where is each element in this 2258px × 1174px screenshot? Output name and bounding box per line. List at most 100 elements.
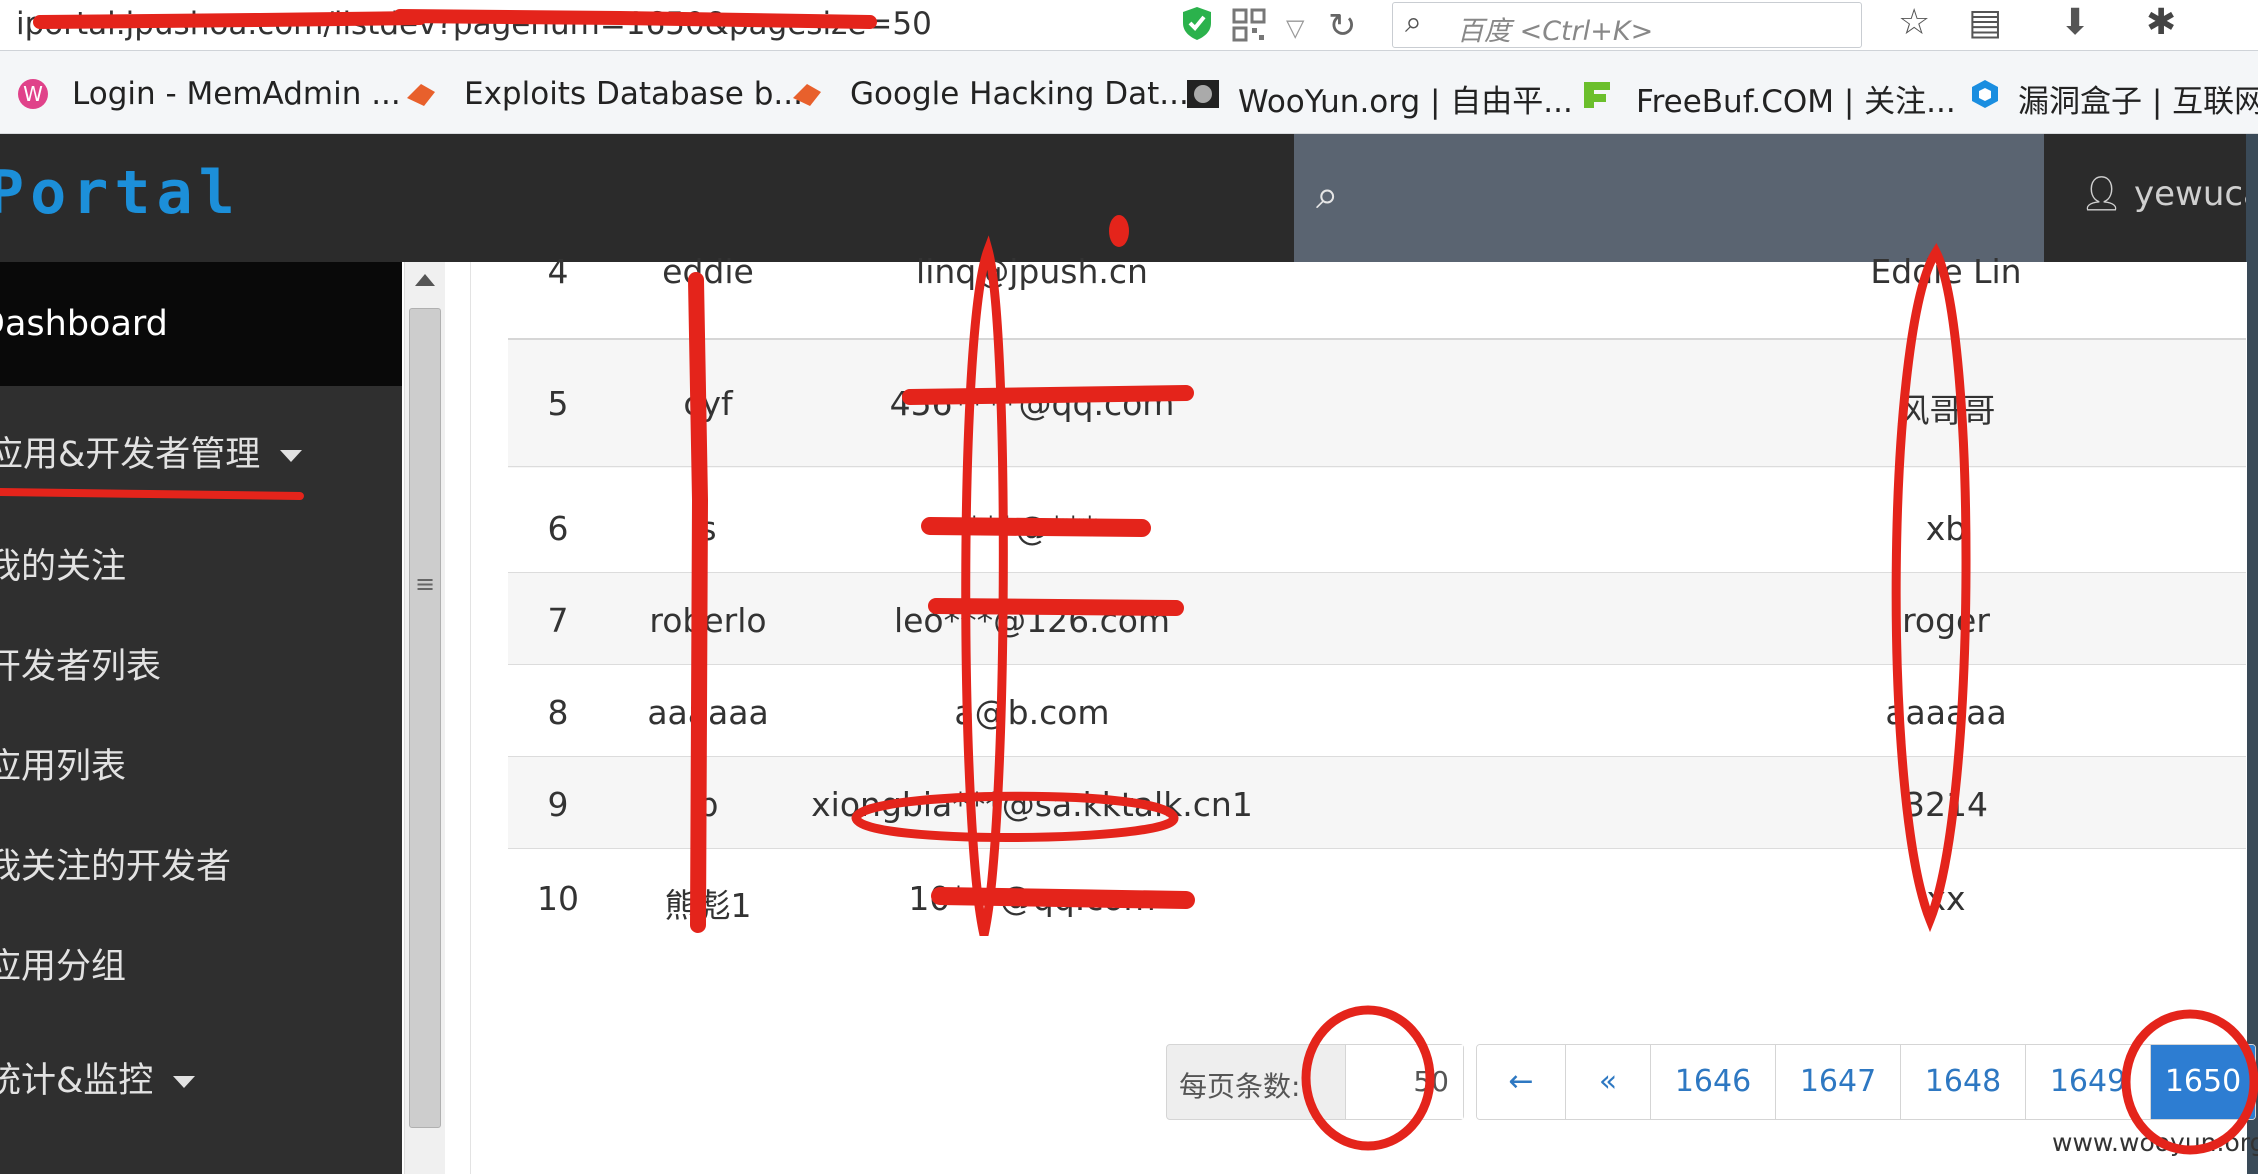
cell-email: 10***@qq.com bbox=[908, 879, 1156, 918]
wooyun-icon bbox=[1187, 80, 1219, 108]
sidebar-item-label: 开发者列表 bbox=[0, 647, 162, 687]
sidebar-item-stats-monitoring[interactable]: 统计&监控 bbox=[0, 1052, 196, 1103]
bug-icon[interactable]: ✱ bbox=[2146, 2, 2176, 43]
page-link[interactable]: 1646 bbox=[1651, 1045, 1776, 1119]
shield-icon[interactable] bbox=[1180, 5, 1214, 41]
sidebar-item-followed-developers[interactable]: 我关注的开发者 bbox=[0, 838, 231, 889]
page-size-input[interactable]: 50 bbox=[1345, 1045, 1463, 1119]
bookmark-wooyun[interactable]: WooYun.org | 自由平... bbox=[1238, 76, 1573, 121]
cell-username: roberlo bbox=[649, 601, 767, 640]
cell-no: 4 bbox=[547, 252, 569, 291]
first-page-button[interactable]: « bbox=[1566, 1045, 1651, 1119]
sidebar-item-label: 我的关注 bbox=[0, 547, 127, 587]
sidebar-item-label: 应用&开发者管理 bbox=[0, 435, 261, 475]
cell-name: 3214 bbox=[1904, 785, 1988, 824]
sidebar-item-label: 统计&监控 bbox=[0, 1061, 154, 1101]
sidebar-item-app-list[interactable]: 应用列表 bbox=[0, 738, 126, 789]
sidebar-item-label: 我关注的开发者 bbox=[0, 847, 232, 887]
sidebar-item-label: Dashboard bbox=[0, 304, 168, 344]
bookmark-ghdb[interactable]: Google Hacking Dat... bbox=[850, 76, 1189, 112]
star-icon[interactable]: ☆ bbox=[1898, 2, 1930, 43]
app-header: Portal ⌕ 👤︎ yewucai bbox=[0, 134, 2258, 262]
page-size-label: 每页条数: bbox=[1179, 1070, 1301, 1103]
cell-username: cyf bbox=[683, 384, 733, 423]
search-icon[interactable]: ⌕ bbox=[1316, 172, 1338, 218]
table-row[interactable]: 9 b xiongbia***@sa.kktalk.cn1 3214 bbox=[508, 756, 2246, 849]
sidebar-item-app-groups[interactable]: 应用分组 bbox=[0, 938, 126, 989]
page-size-control: 每页条数: 50 bbox=[1166, 1044, 1464, 1120]
header-search[interactable]: ⌕ bbox=[1294, 134, 2044, 262]
caret-down-icon bbox=[280, 450, 303, 462]
dropdown-icon[interactable]: ▽ bbox=[1286, 14, 1304, 42]
cell-email: 456****@qq.com bbox=[889, 384, 1175, 423]
cell-no: 8 bbox=[547, 693, 569, 732]
search-icon: ⌕ bbox=[1405, 5, 1422, 40]
sidebar-item-dashboard[interactable]: Dashboard bbox=[0, 262, 402, 386]
qr-code-icon[interactable] bbox=[1232, 8, 1266, 42]
pagination: ← « 1646 1647 1648 1649 1650 bbox=[1476, 1044, 2256, 1120]
cell-email: ***@*** bbox=[966, 509, 1098, 548]
search-box[interactable]: ⌕ 百度 <Ctrl+K> bbox=[1392, 2, 1862, 48]
cell-email: leo***@126.com bbox=[893, 601, 1171, 640]
download-icon[interactable]: ⬇ bbox=[2060, 2, 2090, 43]
cell-email: xiongbia***@sa.kktalk.cn1 bbox=[811, 785, 1253, 824]
table-row[interactable]: 8 aaaaaa a@b.com aaaaaa bbox=[508, 664, 2246, 757]
sidebar-item-developer-list[interactable]: 开发者列表 bbox=[0, 638, 161, 689]
sidebar-item-label: 应用分组 bbox=[0, 947, 127, 987]
page-link[interactable]: 1649 bbox=[2026, 1045, 2151, 1119]
memadmin-icon: W bbox=[18, 79, 48, 109]
address-bar[interactable]: iportal.jpushoa.com/listdev?pagenum=1650… bbox=[16, 6, 932, 42]
page-link[interactable]: 1648 bbox=[1901, 1045, 2026, 1119]
table-row[interactable]: 5 cyf 456****@qq.com 风哥哥 bbox=[508, 338, 2246, 468]
browser-toolbar: iportal.jpushoa.com/listdev?pagenum=1650… bbox=[0, 0, 2258, 51]
brand-logo[interactable]: Portal bbox=[0, 158, 241, 228]
cell-name: roger bbox=[1902, 601, 1990, 640]
page-link[interactable]: 1647 bbox=[1776, 1045, 1901, 1119]
cell-no: 5 bbox=[547, 384, 569, 423]
window-edge bbox=[2246, 134, 2258, 1174]
table-row[interactable]: 6 s ***@*** xb bbox=[508, 466, 2246, 559]
cell-name: Eddie Lin bbox=[1870, 252, 2022, 291]
user-icon: 👤︎ bbox=[2080, 174, 2124, 214]
table-row[interactable]: 7 roberlo leo***@126.com roger bbox=[508, 572, 2246, 665]
cell-no: 7 bbox=[547, 601, 569, 640]
bookmark-vulbox[interactable]: 漏洞盒子 | 互联网安 bbox=[2018, 76, 2258, 121]
exploitdb-icon bbox=[407, 84, 435, 106]
current-page[interactable]: 1650 bbox=[2151, 1045, 2255, 1119]
sidebar-item-my-follows[interactable]: 我的关注 bbox=[0, 538, 126, 589]
caret-down-icon bbox=[173, 1076, 196, 1088]
cell-name: 风哥哥 bbox=[1896, 391, 1996, 430]
cell-name: aaaaaa bbox=[1885, 693, 2007, 732]
cell-no: 6 bbox=[547, 509, 569, 548]
cell-email: linq@jpush.cn bbox=[916, 252, 1148, 291]
search-placeholder: 百度 <Ctrl+K> bbox=[1457, 16, 1654, 47]
exploitdb-icon bbox=[793, 84, 821, 106]
username: yewucai bbox=[2133, 174, 2258, 214]
user-menu[interactable]: 👤︎ yewucai bbox=[2080, 174, 2258, 214]
cell-username: eddie bbox=[662, 252, 754, 291]
vulbox-icon bbox=[1972, 80, 1998, 108]
clipboard-icon[interactable]: ▤ bbox=[1968, 2, 2002, 43]
scroll-up-arrow[interactable] bbox=[415, 274, 435, 286]
cell-username: b bbox=[697, 785, 719, 824]
cell-username: s bbox=[699, 509, 717, 548]
bookmark-memadmin[interactable]: Login - MemAdmin ... bbox=[72, 76, 401, 112]
sidebar: Dashboard 应用&开发者管理 我的关注 开发者列表 应用列表 我关注的开… bbox=[0, 262, 402, 1174]
cell-username: aaaaaa bbox=[647, 693, 769, 732]
table-row[interactable]: 10 熊彪1 10***@qq.com xx bbox=[508, 848, 2246, 945]
sidebar-item-label: 应用列表 bbox=[0, 747, 127, 787]
scroll-thumb[interactable] bbox=[409, 308, 441, 1128]
bookmarks-bar: W Login - MemAdmin ... Exploits Database… bbox=[0, 51, 2258, 134]
cell-name: xb bbox=[1925, 509, 1967, 548]
svg-text:W: W bbox=[23, 82, 43, 106]
cell-email: a@b.com bbox=[954, 693, 1110, 732]
freebuf-icon bbox=[1584, 82, 1610, 108]
table-row[interactable]: 4 eddie linq@jpush.cn Eddie Lin bbox=[508, 252, 2246, 324]
reload-icon[interactable]: ↻ bbox=[1328, 6, 1357, 46]
sidebar-scrollbar[interactable]: ≡ bbox=[404, 262, 445, 1174]
prev-page-button[interactable]: ← bbox=[1477, 1045, 1566, 1119]
sidebar-item-app-dev-management[interactable]: 应用&开发者管理 bbox=[0, 426, 303, 477]
cell-no: 9 bbox=[547, 785, 569, 824]
bookmark-exploitdb[interactable]: Exploits Database b... bbox=[464, 76, 803, 112]
bookmark-freebuf[interactable]: FreeBuf.COM | 关注... bbox=[1636, 76, 1956, 121]
